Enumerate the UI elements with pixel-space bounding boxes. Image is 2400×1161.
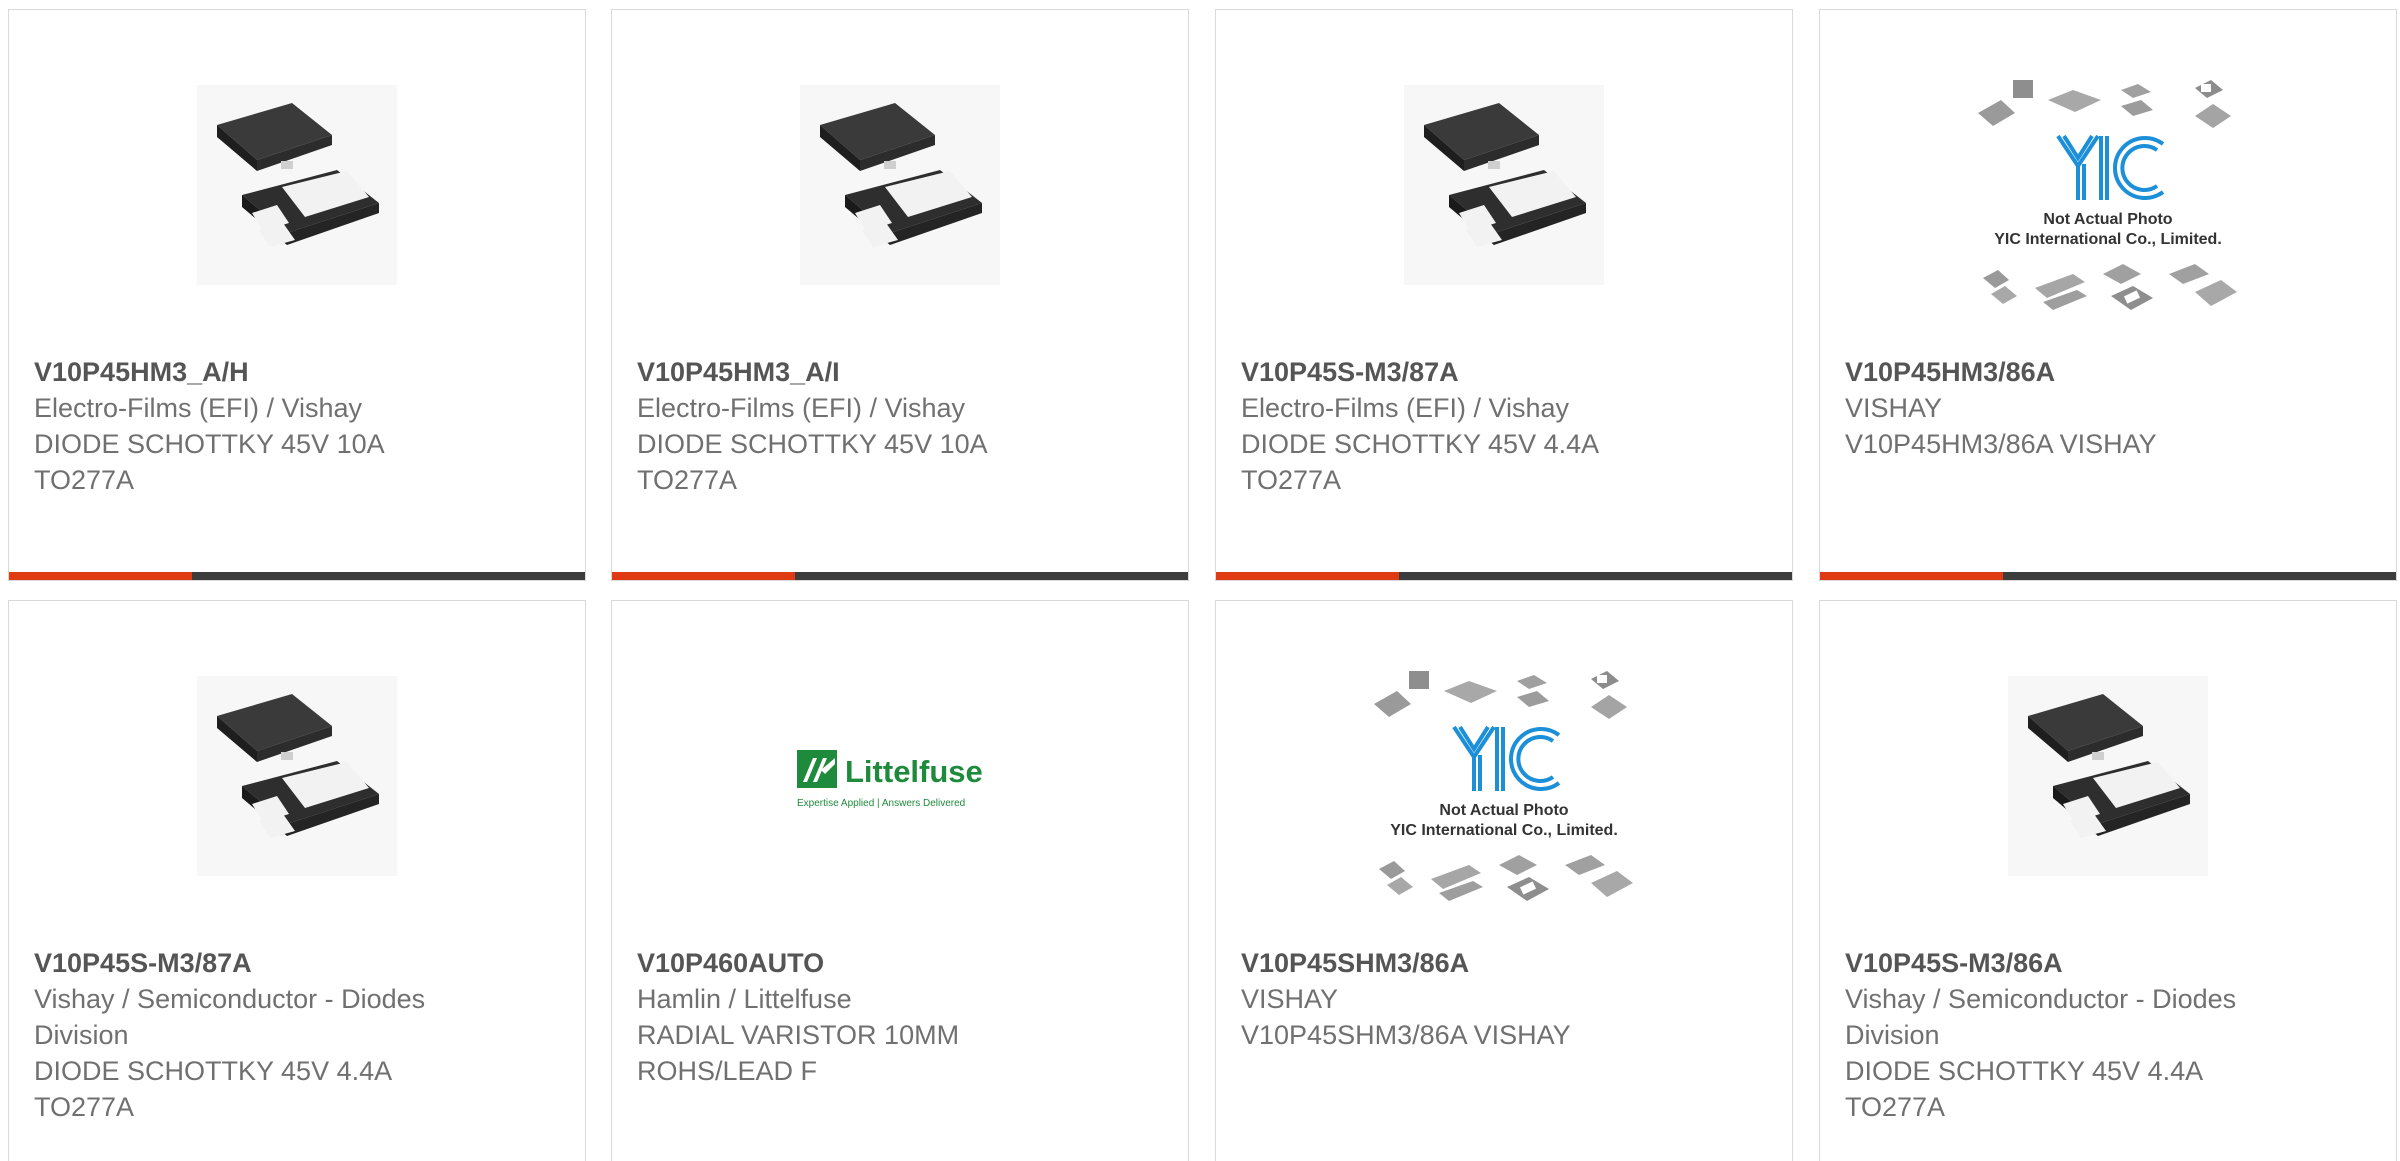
product-info: V10P45SHM3/86A VISHAY V10P45SHM3/86A VIS… [1241, 945, 1681, 1053]
package: TO277A [34, 465, 135, 495]
description: DIODE SCHOTTKY 45V 4.4A [1241, 429, 1600, 459]
logo-wordmark: Littelfuse [845, 754, 983, 789]
product-card[interactable]: V10P45HM3_A/I Electro-Films (EFI) / Vish… [611, 9, 1189, 581]
manufacturer-cont: Division [1845, 1020, 1940, 1050]
part-number[interactable]: V10P460AUTO [637, 945, 1077, 981]
part-number[interactable]: V10P45HM3_A/I [637, 354, 1077, 390]
card-bottom-bar [9, 572, 585, 580]
product-image[interactable] [1216, 70, 1792, 300]
card-accent-bar [1820, 572, 2003, 580]
card-bottom-bar [1216, 572, 1792, 580]
manufacturer: Hamlin / Littelfuse [637, 984, 852, 1014]
smd-diode-package-icon [2008, 676, 2208, 876]
card-bottom-bar [1820, 572, 2396, 580]
image-caption: Not Actual Photo [1439, 802, 1568, 819]
product-info: V10P45HM3/86A VISHAY V10P45HM3/86A VISHA… [1845, 354, 2285, 462]
package: TO277A [34, 1092, 135, 1122]
manufacturer: Electro-Films (EFI) / Vishay [1241, 393, 1570, 423]
logo-tagline: Expertise Applied | Answers Delivered [797, 798, 965, 809]
product-image[interactable]: Littelfuse Expertise Applied | Answers D… [612, 661, 1188, 891]
manufacturer: Vishay / Semiconductor - Diodes [1845, 984, 2237, 1014]
part-number[interactable]: V10P45S-M3/86A [1845, 945, 2285, 981]
package: TO277A [637, 465, 738, 495]
description: DIODE SCHOTTKY 45V 4.4A [34, 1056, 393, 1086]
product-grid: V10P45HM3_A/H Electro-Films (EFI) / Vish… [0, 0, 2400, 1161]
part-number[interactable]: V10P45HM3_A/H [34, 354, 474, 390]
card-bottom-bar [612, 572, 1188, 580]
littelfuse-logo-icon: Littelfuse Expertise Applied | Answers D… [797, 750, 983, 809]
product-card[interactable]: V10P45S-M3/86A Vishay / Semiconductor - … [1819, 600, 2397, 1161]
smd-diode-package-icon [197, 85, 397, 285]
smd-diode-package-icon [197, 676, 397, 876]
description: V10P45SHM3/86A VISHAY [1241, 1020, 1571, 1050]
part-number[interactable]: V10P45HM3/86A [1845, 354, 2285, 390]
product-image[interactable]: Not Actual Photo YIC International Co., … [1216, 641, 1792, 941]
product-card[interactable]: V10P45HM3_A/H Electro-Films (EFI) / Vish… [8, 9, 586, 581]
product-image[interactable] [9, 70, 585, 300]
product-image[interactable]: Not Actual Photo YIC International Co., … [1820, 50, 2396, 350]
card-accent-bar [612, 572, 795, 580]
description: DIODE SCHOTTKY 45V 4.4A [1845, 1056, 2204, 1086]
smd-diode-package-icon [800, 85, 1000, 285]
package: TO277A [1845, 1092, 1946, 1122]
card-accent-bar [9, 572, 192, 580]
product-info: V10P45S-M3/87A Vishay / Semiconductor - … [34, 945, 474, 1125]
product-card[interactable]: V10P45S-M3/87A Vishay / Semiconductor - … [8, 600, 586, 1161]
part-number[interactable]: V10P45SHM3/86A [1241, 945, 1681, 981]
description: V10P45HM3/86A VISHAY [1845, 429, 2157, 459]
part-number[interactable]: V10P45S-M3/87A [1241, 354, 1681, 390]
manufacturer: Electro-Films (EFI) / Vishay [637, 393, 966, 423]
description-cont: ROHS/LEAD F [637, 1056, 818, 1086]
manufacturer-cont: Division [34, 1020, 129, 1050]
product-card[interactable]: Not Actual Photo YIC International Co., … [1215, 600, 1793, 1161]
manufacturer: VISHAY [1845, 393, 1943, 423]
not-actual-photo-icon: Not Actual Photo YIC International Co., … [1978, 79, 2237, 310]
product-image[interactable] [612, 70, 1188, 300]
smd-diode-package-icon [1404, 85, 1604, 285]
product-image[interactable] [9, 661, 585, 891]
product-info: V10P460AUTO Hamlin / Littelfuse RADIAL V… [637, 945, 1077, 1089]
not-actual-photo-icon: Not Actual Photo YIC International Co., … [1374, 670, 1633, 901]
description: DIODE SCHOTTKY 45V 10A [637, 429, 988, 459]
product-image[interactable] [1820, 661, 2396, 891]
part-number[interactable]: V10P45S-M3/87A [34, 945, 474, 981]
manufacturer: Electro-Films (EFI) / Vishay [34, 393, 363, 423]
image-caption: YIC International Co., Limited. [1390, 822, 1618, 839]
card-accent-bar [1216, 572, 1399, 580]
product-info: V10P45HM3_A/I Electro-Films (EFI) / Vish… [637, 354, 1077, 498]
product-card[interactable]: V10P45S-M3/87A Electro-Films (EFI) / Vis… [1215, 9, 1793, 581]
package: TO277A [1241, 465, 1342, 495]
description: RADIAL VARISTOR 10MM [637, 1020, 960, 1050]
product-card[interactable]: Not Actual Photo YIC International Co., … [1819, 9, 2397, 581]
image-caption: YIC International Co., Limited. [1994, 231, 2222, 248]
product-info: V10P45S-M3/86A Vishay / Semiconductor - … [1845, 945, 2285, 1125]
product-card[interactable]: Littelfuse Expertise Applied | Answers D… [611, 600, 1189, 1161]
image-caption: Not Actual Photo [2043, 211, 2172, 228]
product-info: V10P45HM3_A/H Electro-Films (EFI) / Vish… [34, 354, 474, 498]
manufacturer: Vishay / Semiconductor - Diodes [34, 984, 426, 1014]
manufacturer: VISHAY [1241, 984, 1339, 1014]
description: DIODE SCHOTTKY 45V 10A [34, 429, 385, 459]
product-info: V10P45S-M3/87A Electro-Films (EFI) / Vis… [1241, 354, 1681, 498]
